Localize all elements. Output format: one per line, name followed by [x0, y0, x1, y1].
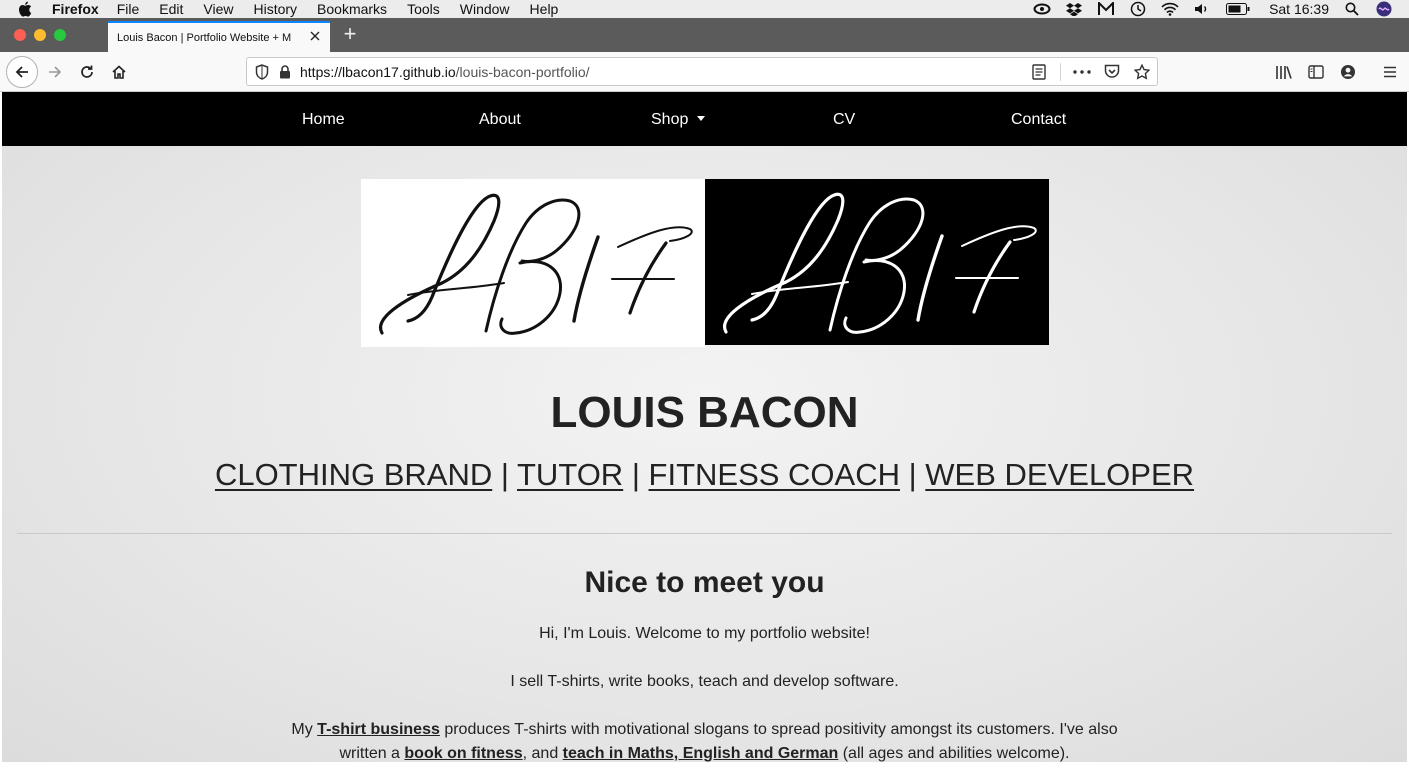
tab-close-icon[interactable] — [308, 29, 322, 43]
section-heading: Nice to meet you — [584, 566, 825, 599]
page-title: LOUIS BACON — [550, 388, 859, 437]
fitness-book-link[interactable]: book on fitness — [404, 745, 522, 762]
toolbar-right — [1275, 52, 1399, 92]
dropbox-icon[interactable] — [1065, 2, 1083, 16]
status-area: Sat 16:39 — [1033, 0, 1393, 18]
url-bar-actions — [1030, 58, 1151, 85]
site-navbar: Home About Shop CV Contact — [2, 92, 1407, 146]
tracking-protection-shield-icon[interactable] — [255, 63, 271, 80]
siri-icon[interactable] — [1375, 1, 1393, 17]
about-text-1: My — [291, 721, 318, 738]
reload-icon — [81, 65, 93, 78]
dropdown-caret-icon — [697, 116, 706, 121]
summary-text: I sell T-shirts, write books, teach and … — [510, 673, 899, 690]
padlock-icon[interactable] — [279, 64, 293, 80]
about-text-4: , and — [522, 745, 563, 762]
clock[interactable]: Sat 16:39 — [1269, 1, 1329, 17]
role-link-fitness-coach[interactable]: FITNESS COACH — [649, 457, 900, 492]
nav-shop-dropdown[interactable]: Shop — [651, 92, 706, 146]
new-tab-icon[interactable]: + — [340, 23, 360, 45]
minimize-window-button[interactable] — [34, 29, 46, 41]
home-button[interactable] — [104, 57, 134, 87]
signature-logo-icon — [379, 193, 693, 335]
menu-edit[interactable]: Edit — [159, 0, 183, 18]
lb17-logo-light — [361, 179, 705, 347]
menu-tools[interactable]: Tools — [407, 0, 440, 18]
url-host: https://lbacon17.github.io — [300, 63, 456, 80]
menu-bookmarks[interactable]: Bookmarks — [317, 0, 387, 18]
tab-title: Louis Bacon | Portfolio Website + M — [117, 31, 292, 44]
time-machine-icon[interactable] — [1129, 1, 1147, 17]
browser-toolbar: https://lbacon17.github.io/louis-bacon-p… — [0, 52, 1409, 92]
role-link-web-developer[interactable]: WEB DEVELOPER — [925, 457, 1194, 492]
role-link-tutor[interactable]: TUTOR — [517, 457, 623, 492]
role-link-clothing-brand[interactable]: CLOTHING BRAND — [215, 457, 492, 492]
forward-button[interactable] — [40, 57, 70, 87]
apple-logo-icon[interactable] — [18, 1, 34, 17]
spotlight-search-icon[interactable] — [1343, 2, 1361, 16]
roles-tagline: CLOTHING BRAND | TUTOR | FITNESS COACH |… — [2, 457, 1407, 493]
maximize-window-button[interactable] — [54, 29, 66, 41]
url-bar-separator — [1060, 62, 1061, 81]
menu-file[interactable]: File — [117, 0, 140, 18]
nav-home[interactable]: Home — [302, 92, 345, 146]
nav-cv[interactable]: CV — [833, 92, 855, 146]
macos-menu-bar: Firefox File Edit View History Bookmarks… — [0, 0, 1409, 18]
role-separator: | — [500, 457, 509, 492]
about-text-2: produces T-shirts with motivational slog… — [439, 721, 1118, 738]
logo-banner — [361, 179, 1049, 347]
close-window-button[interactable] — [14, 29, 26, 41]
about-text-5: (all ages and abilities welcome). — [838, 745, 1070, 762]
menu-window[interactable]: Window — [460, 0, 510, 18]
url-text[interactable]: https://lbacon17.github.io/louis-bacon-p… — [300, 64, 590, 80]
signature-logo-inverted-icon — [723, 192, 1037, 334]
role-separator: | — [631, 457, 640, 492]
menu-view[interactable]: View — [203, 0, 233, 18]
tutoring-link[interactable]: teach in Maths, English and German — [563, 745, 839, 762]
hamburger-menu-icon[interactable] — [1381, 63, 1399, 81]
menu-help[interactable]: Help — [530, 0, 559, 18]
url-bar[interactable]: https://lbacon17.github.io/louis-bacon-p… — [246, 57, 1158, 86]
role-separator: | — [908, 457, 917, 492]
forward-arrow-icon — [49, 66, 62, 78]
lb17-logo-dark — [705, 179, 1049, 345]
page-actions-more-icon[interactable] — [1073, 63, 1091, 81]
back-arrow-icon — [15, 66, 28, 78]
volume-icon[interactable] — [1193, 2, 1211, 16]
battery-icon[interactable] — [1225, 2, 1251, 16]
reload-button[interactable] — [72, 57, 102, 87]
about-text-3: written a — [339, 745, 405, 762]
url-path: /louis-bacon-portfolio/ — [455, 63, 590, 80]
intro-text: Hi, I'm Louis. Welcome to my portfolio w… — [539, 625, 870, 642]
sidebar-toggle-icon[interactable] — [1307, 63, 1325, 81]
home-icon — [112, 65, 126, 79]
library-icon[interactable] — [1275, 63, 1293, 81]
section-divider — [17, 533, 1392, 534]
web-page: Home About Shop CV Contact LOUIS BACON C… — [2, 92, 1407, 762]
menu-history[interactable]: History — [253, 0, 297, 18]
tshirt-business-link[interactable]: T-shirt business — [317, 721, 440, 738]
tab-active[interactable]: Louis Bacon | Portfolio Website + M — [108, 21, 330, 52]
nav-shop-label: Shop — [651, 111, 689, 128]
account-icon[interactable] — [1339, 63, 1357, 81]
window-controls — [14, 29, 66, 41]
nav-about[interactable]: About — [479, 92, 521, 146]
back-button[interactable] — [6, 56, 38, 88]
pocket-icon[interactable] — [1103, 63, 1121, 81]
tab-strip: Louis Bacon | Portfolio Website + M + — [0, 18, 1409, 52]
about-paragraph: My T-shirt business produces T-shirts wi… — [2, 718, 1407, 762]
bookmark-star-icon[interactable] — [1133, 63, 1151, 81]
wifi-icon[interactable] — [1161, 2, 1179, 16]
creative-cloud-icon[interactable] — [1033, 2, 1051, 16]
nav-contact[interactable]: Contact — [1011, 92, 1066, 146]
menu-app-firefox[interactable]: Firefox — [52, 0, 99, 18]
reader-view-icon[interactable] — [1030, 63, 1048, 81]
mail-icon[interactable] — [1097, 2, 1115, 16]
